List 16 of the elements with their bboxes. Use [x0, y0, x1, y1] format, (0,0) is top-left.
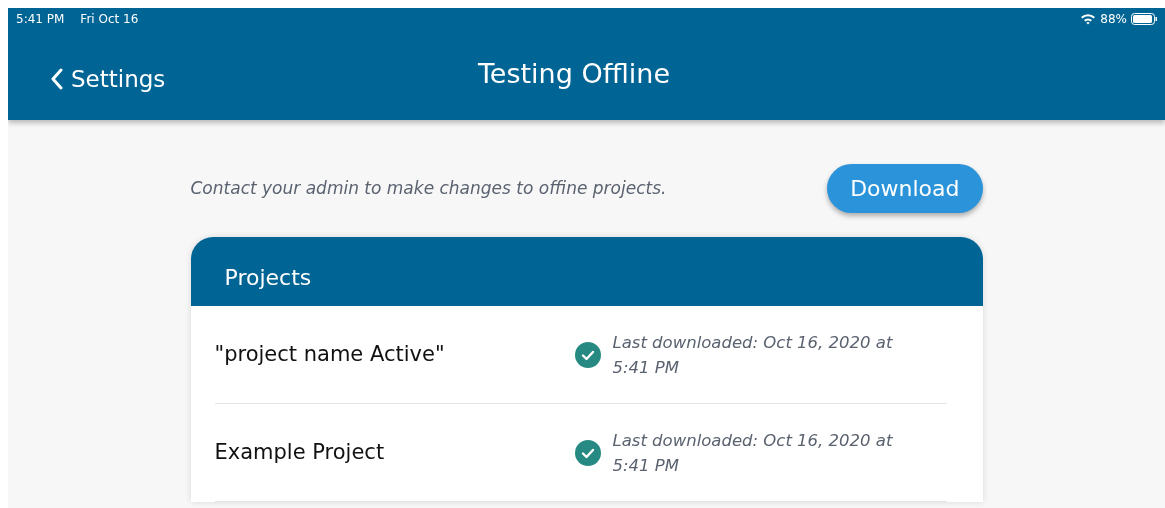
last-downloaded-text: Last downloaded: Oct 16, 2020 at 5:41 PM: [612, 331, 894, 379]
status-date: Fri Oct 16: [80, 11, 139, 28]
page-title: Testing Offline: [477, 56, 671, 91]
chevron-left-icon: [50, 68, 63, 91]
download-button[interactable]: Download: [827, 164, 983, 213]
wifi-icon: [1080, 13, 1097, 25]
battery-icon: [1131, 13, 1157, 25]
last-downloaded-text: Last downloaded: Oct 16, 2020 at 5:41 PM: [612, 429, 894, 477]
project-name: "project name Active": [214, 340, 446, 368]
back-label[interactable]: Settings: [71, 62, 166, 97]
status-time: 5:41 PM: [16, 11, 65, 28]
projects-header: Projects: [190, 237, 983, 306]
battery-percent: 88%: [1100, 11, 1127, 28]
project-name: Example Project: [214, 438, 386, 466]
back-button[interactable]: Settings: [50, 62, 166, 97]
notice-text: Contact your admin to make changes to offine projects.: [190, 176, 667, 200]
